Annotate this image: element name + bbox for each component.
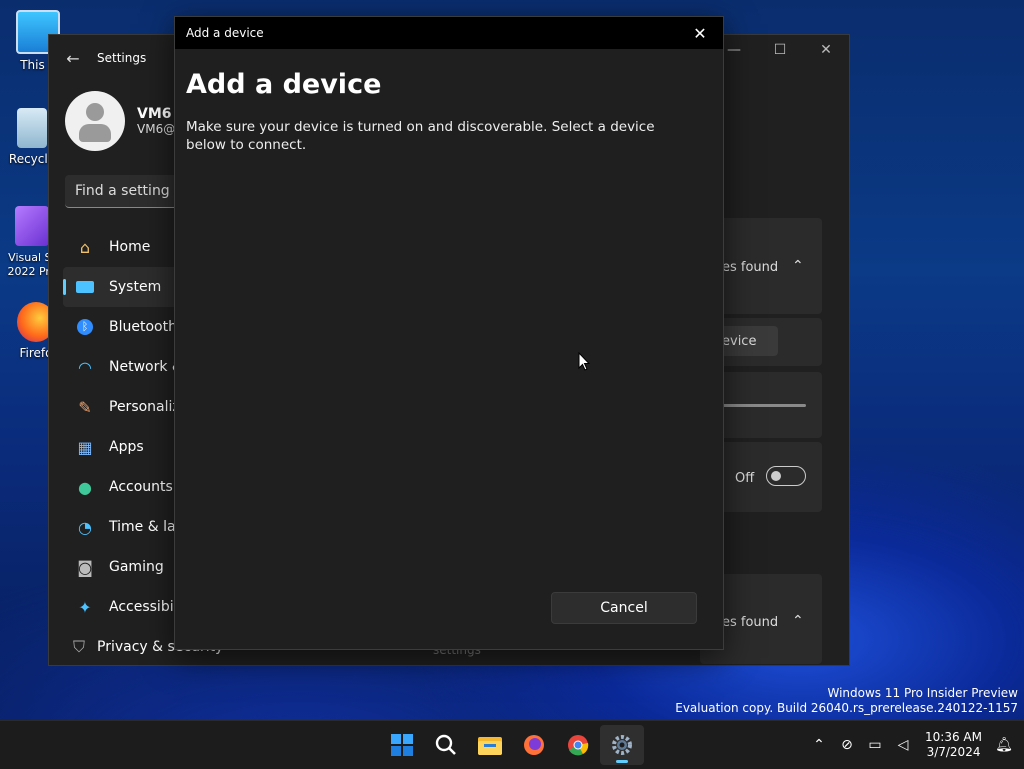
devices-found-label-2: es found [722,615,779,630]
maximize-icon[interactable]: ☐ [757,35,803,65]
taskbar-search-button[interactable] [424,725,468,765]
accounts-icon: ● [78,477,92,497]
avatar [65,91,125,151]
chevron-up-icon[interactable]: ⌃ [792,613,804,629]
user-profile[interactable]: VM6 VM6@ [65,91,175,151]
chevron-up-icon[interactable]: ⌃ [805,737,833,753]
recycle-bin-icon [17,108,47,148]
start-icon [391,734,413,756]
user-email: VM6@ [137,122,176,136]
settings-title: Settings [97,51,147,65]
search-icon [435,734,456,755]
toggle-off-label: Off [735,471,755,486]
system-icon [73,277,97,297]
windows-watermark: Windows 11 Pro Insider Preview Evaluatio… [675,686,1018,715]
cancel-button[interactable]: Cancel [551,592,697,624]
devices-found-label-1: es found [722,260,779,275]
progress-track [722,404,806,407]
gaming-icon: ◙ [77,557,93,577]
chevron-up-icon[interactable]: ⌃ [792,258,804,274]
accessibility-icon: ✦ [78,597,92,617]
network-off-icon[interactable]: ⊘ [833,737,861,753]
user-name: VM6 [137,106,172,122]
close-icon[interactable]: ✕ [677,17,723,49]
brush-icon: ✎ [78,397,92,417]
back-arrow-icon[interactable]: ← [49,49,97,68]
taskbar-clock[interactable]: 10:36 AM 3/7/2024 [925,730,982,760]
notification-bell-icon[interactable]: 🔔︎ [990,737,1018,753]
taskbar: ⌃ ⊘ ▭ ◁ 10:36 AM 3/7/2024 🔔︎ [0,720,1024,769]
start-button[interactable] [380,725,424,765]
add-device-dialog: Add a device ✕ Add a device Make sure yo… [174,16,724,650]
file-explorer-icon [478,737,502,755]
window-controls: — ☐ ✕ [711,35,849,65]
add-device-button-label: evice [722,334,757,349]
time-icon: ◔ [78,517,92,537]
settings-icon [612,735,632,755]
taskbar-firefox[interactable] [512,725,556,765]
dialog-heading: Add a device [186,69,382,100]
dialog-title: Add a device [186,26,264,40]
toggle-switch[interactable] [766,466,806,486]
visual-studio-icon [15,206,49,246]
network-icon: ◠ [78,357,92,377]
apps-icon: ▦ [77,437,93,457]
taskbar-settings[interactable] [600,725,644,765]
taskbar-apps [380,721,644,769]
display-icon[interactable]: ▭ [861,737,889,753]
taskbar-chrome[interactable] [556,725,600,765]
chrome-icon [568,735,589,756]
home-icon: ⌂ [79,237,91,257]
taskbar-file-explorer[interactable] [468,725,512,765]
dialog-description: Make sure your device is turned on and d… [186,119,655,153]
shield-icon: ⛉ [73,637,86,656]
volume-muted-icon[interactable]: ◁ [889,737,917,753]
system-tray: ⌃ ⊘ ▭ ◁ 10:36 AM 3/7/2024 🔔︎ [805,721,1024,769]
firefox-icon [524,735,544,755]
bluetooth-icon: ᛒ [73,317,97,337]
mouse-cursor-icon [578,352,590,371]
dialog-titlebar: Add a device ✕ [175,17,723,49]
close-icon[interactable]: ✕ [803,35,849,65]
